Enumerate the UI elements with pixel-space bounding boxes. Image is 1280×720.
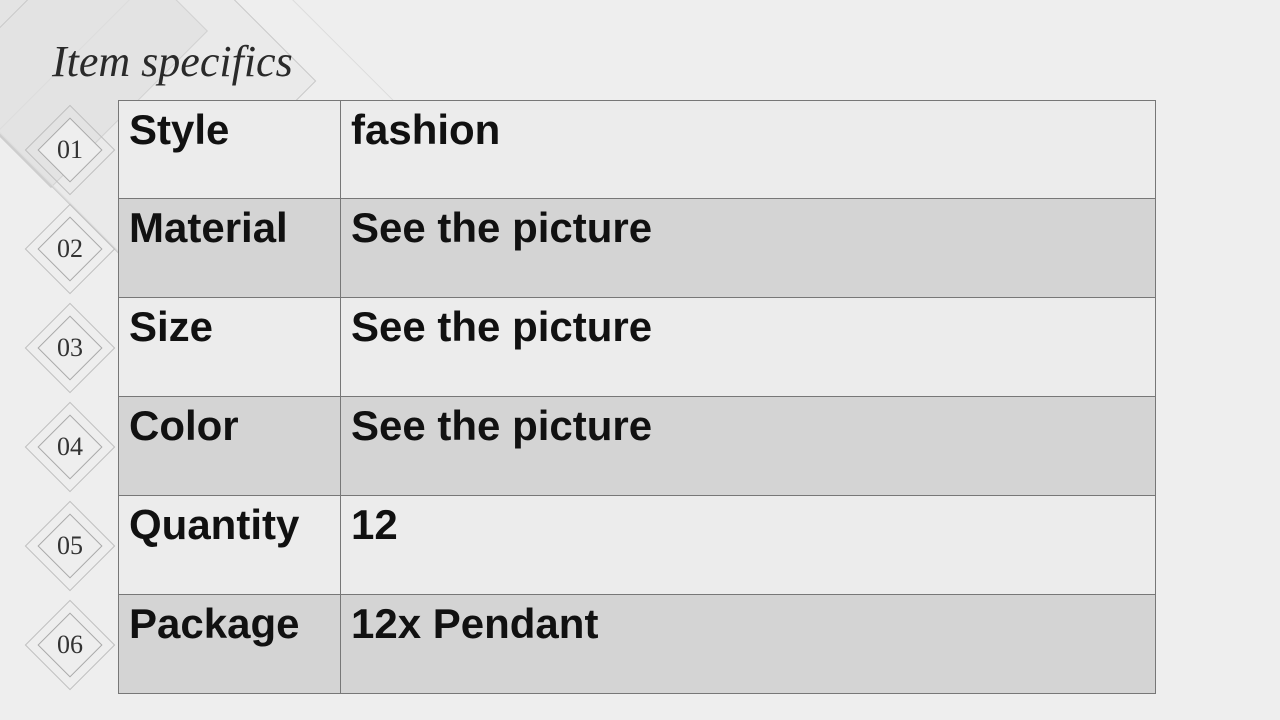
table-row: 05 Quantity 12 (22, 496, 1156, 595)
row-badge: 03 (22, 298, 118, 397)
row-index: 03 (57, 333, 83, 363)
row-index: 05 (57, 531, 83, 561)
row-badge: 01 (22, 100, 118, 199)
spec-value: See the picture (341, 199, 1155, 297)
spec-value: See the picture (341, 298, 1155, 396)
table-row: 04 Color See the picture (22, 397, 1156, 496)
spec-value: 12 (341, 496, 1155, 594)
row-index: 02 (57, 234, 83, 264)
row-index: 06 (57, 630, 83, 660)
table-row: 02 Material See the picture (22, 199, 1156, 298)
row-index: 04 (57, 432, 83, 462)
spec-value: fashion (341, 101, 1155, 198)
row-badge: 04 (22, 397, 118, 496)
spec-key: Package (119, 595, 341, 693)
row-badge: 05 (22, 496, 118, 595)
spec-key: Quantity (119, 496, 341, 594)
spec-key: Material (119, 199, 341, 297)
row-badge: 02 (22, 199, 118, 298)
page-title: Item specifics (52, 36, 293, 87)
spec-key: Size (119, 298, 341, 396)
table-row: 01 Style fashion (22, 100, 1156, 199)
row-index: 01 (57, 135, 83, 165)
spec-value: See the picture (341, 397, 1155, 495)
table-row: 03 Size See the picture (22, 298, 1156, 397)
row-badge: 06 (22, 595, 118, 694)
spec-key: Style (119, 101, 341, 198)
spec-value: 12x Pendant (341, 595, 1155, 693)
spec-key: Color (119, 397, 341, 495)
table-row: 06 Package 12x Pendant (22, 595, 1156, 694)
specifics-table: 01 Style fashion 02 Material See the pic… (22, 100, 1156, 694)
